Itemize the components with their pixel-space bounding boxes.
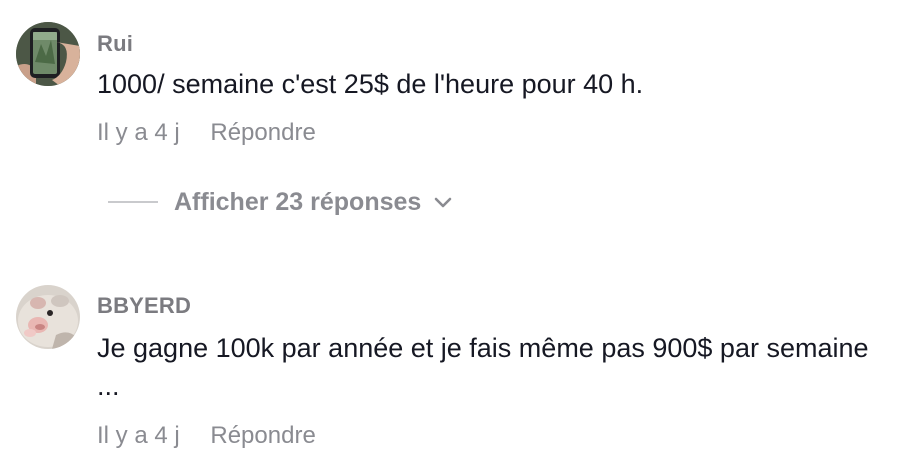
comment-username[interactable]: BBYERD [97, 293, 191, 319]
view-replies-label: Afficher 23 réponses [174, 187, 422, 216]
comment-text: Je gagne 100k par année et je fais même … [97, 333, 869, 401]
comment-meta: Il y a 4 j Répondre [97, 119, 316, 147]
reply-button[interactable]: Répondre [210, 119, 315, 146]
replies-divider-line [108, 201, 158, 203]
chevron-down-icon [435, 197, 452, 208]
comment-meta: Il y a 4 j Répondre [97, 422, 316, 450]
comment-timestamp: Il y a 4 j [97, 119, 180, 146]
comment-username[interactable]: Rui [97, 31, 133, 57]
reply-button[interactable]: Répondre [210, 422, 315, 449]
avatar[interactable] [16, 285, 80, 349]
comment-timestamp: Il y a 4 j [97, 422, 180, 449]
comment-text: 1000/ semaine c'est 25$ de l'heure pour … [97, 69, 644, 99]
avatar[interactable] [16, 22, 80, 86]
view-replies-button[interactable]: Afficher 23 réponses [108, 184, 453, 220]
hamster-avatar-icon [16, 285, 80, 349]
phone-photo-icon [16, 22, 80, 86]
